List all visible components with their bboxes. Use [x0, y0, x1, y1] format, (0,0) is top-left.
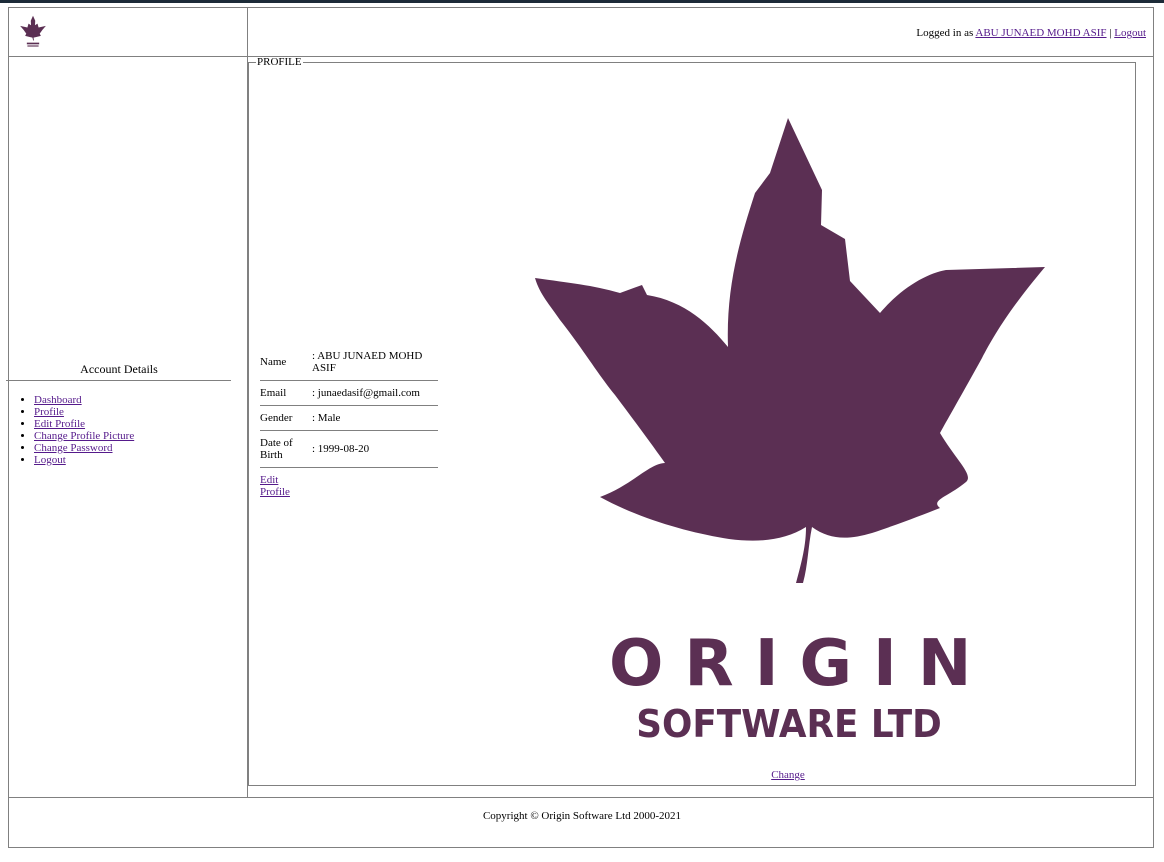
- sidebar-item-profile: Profile: [34, 406, 134, 418]
- logout-link[interactable]: Logout: [1114, 27, 1146, 39]
- table-row: Name : ABU JUNAED MOHD ASIF: [260, 344, 438, 381]
- brand-line-2: SOFTWARE LTD: [636, 702, 942, 746]
- dob-value: : 1999-08-20: [312, 443, 370, 455]
- gender-value: : Male: [312, 412, 341, 424]
- name-label: Name: [260, 356, 287, 368]
- sidebar-title: Account Details: [80, 362, 158, 376]
- sidebar-logout-link[interactable]: Logout: [34, 454, 66, 466]
- sidebar-rule: [6, 380, 231, 381]
- gender-label: Gender: [260, 412, 293, 424]
- change-picture-button[interactable]: Change: [771, 769, 805, 781]
- table-row: Gender : Male: [260, 406, 438, 431]
- change-picture-container: Change: [740, 769, 836, 781]
- sidebar-item-dashboard: Dashboard: [34, 394, 134, 406]
- logged-in-label: Logged in as: [916, 27, 974, 39]
- profile-info-table: Name : ABU JUNAED MOHD ASIF Email : juna…: [260, 344, 438, 498]
- dob-label: Date of Birth: [260, 437, 293, 461]
- email-value: : junaedasif@gmail.com: [312, 387, 420, 399]
- email-label: Email: [260, 387, 287, 399]
- change-password-link[interactable]: Change Password: [34, 442, 113, 454]
- change-profile-picture-link[interactable]: Change Profile Picture: [34, 430, 134, 442]
- sidebar-item-change-picture: Change Profile Picture: [34, 430, 134, 442]
- sidebar-menu: Dashboard Profile Edit Profile Change Pr…: [0, 394, 134, 466]
- profile-link[interactable]: Profile: [34, 406, 64, 418]
- dashboard-link[interactable]: Dashboard: [34, 394, 82, 406]
- maple-leaf-logo-icon: [535, 118, 1045, 583]
- top-strip: [0, 0, 1164, 3]
- table-row: Date of Birth : 1999-08-20: [260, 431, 438, 468]
- footer-divider: [9, 797, 1153, 798]
- user-name-link[interactable]: ABU JUNAED MOHD ASIF: [975, 27, 1106, 39]
- brand-line-1: ORIGIN: [609, 627, 993, 701]
- edit-profile-link[interactable]: Edit Profile: [34, 418, 85, 430]
- sidebar-item-edit-profile: Edit Profile: [34, 418, 134, 430]
- sidebar-item-change-password: Change Password: [34, 442, 134, 454]
- copyright-text: Copyright © Origin Software Ltd 2000-202…: [482, 810, 682, 822]
- sidebar-item-logout: Logout: [34, 454, 134, 466]
- edit-profile-button[interactable]: Edit Profile: [260, 474, 300, 498]
- user-bar: Logged in as ABU JUNAED MOHD ASIF | Logo…: [916, 27, 1146, 39]
- profile-legend: PROFILE: [257, 56, 302, 68]
- separator: |: [1109, 27, 1112, 39]
- site-logo-icon[interactable]: [19, 15, 47, 49]
- name-value: : ABU JUNAED MOHD ASIF: [312, 350, 423, 374]
- table-row: Email : junaedasif@gmail.com: [260, 381, 438, 406]
